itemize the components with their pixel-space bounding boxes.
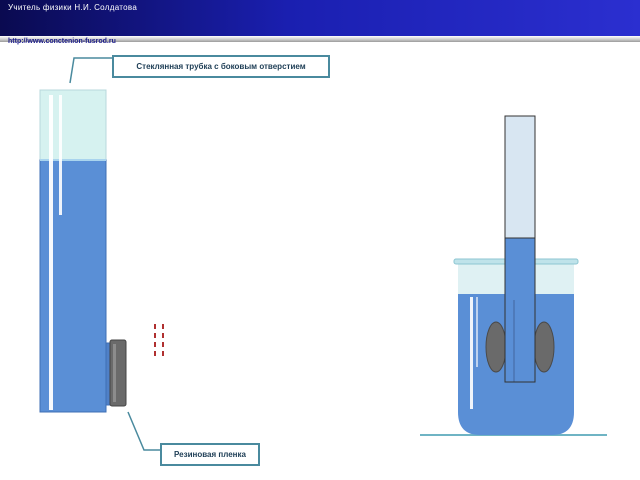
beaker-highlight <box>470 297 473 409</box>
pressure-marks <box>154 324 164 358</box>
glass-tube-apparatus <box>39 89 127 413</box>
bottom-callout-leader <box>127 411 160 451</box>
top-callout-leader <box>69 57 112 84</box>
rubber-film-shade <box>113 344 116 402</box>
rubber-film <box>109 339 127 407</box>
glass-tube-label: Стеклянная трубка с боковым отверстием <box>112 55 330 78</box>
inserted-tube-air <box>504 115 536 239</box>
beaker-apparatus <box>420 115 607 436</box>
rubber-bulge-left <box>485 321 507 373</box>
inserted-tube-water <box>504 237 536 383</box>
tube-glass-highlight <box>49 95 53 410</box>
rubber-film-label: Резиновая пленка <box>160 443 260 466</box>
rubber-bulge-right <box>533 321 555 373</box>
tube-glass-highlight-short <box>59 95 62 215</box>
beaker-highlight-2 <box>476 297 478 367</box>
